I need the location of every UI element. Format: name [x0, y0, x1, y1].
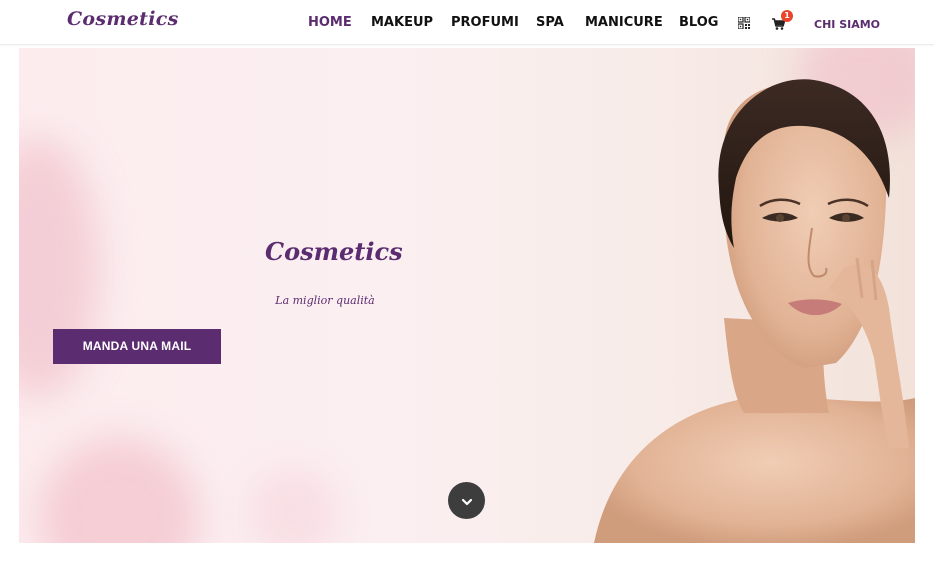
decorative-blush	[249, 468, 339, 543]
nav-manicure[interactable]: MANICURE	[585, 15, 663, 31]
hero-banner: Cosmetics La miglior qualità MANDA UNA M…	[19, 48, 915, 543]
nav-blog[interactable]: BLOG	[679, 15, 718, 31]
hero-subtitle: La miglior qualità	[275, 294, 375, 307]
nav-home[interactable]: HOME	[308, 15, 352, 31]
nav-chi-siamo[interactable]: CHI SIAMO	[814, 18, 880, 31]
hero-woman-image	[594, 79, 915, 543]
nav-profumi[interactable]: PROFUMI	[451, 15, 519, 31]
nav-makeup[interactable]: MAKEUP	[371, 15, 433, 31]
send-mail-button[interactable]: MANDA UNA MAIL	[53, 329, 221, 364]
decorative-blush	[39, 438, 199, 543]
qr-code-icon[interactable]	[737, 14, 751, 33]
site-header: Cosmetics HOME MAKEUP PROFUMI SPA MANICU…	[0, 0, 934, 45]
nav-spa[interactable]: SPA	[536, 15, 564, 31]
cart-count-badge: 1	[781, 10, 793, 22]
site-logo[interactable]: Cosmetics	[67, 8, 179, 30]
chevron-down-icon	[461, 491, 473, 510]
hero-title: Cosmetics	[265, 237, 403, 266]
scroll-down-button[interactable]	[448, 482, 485, 519]
